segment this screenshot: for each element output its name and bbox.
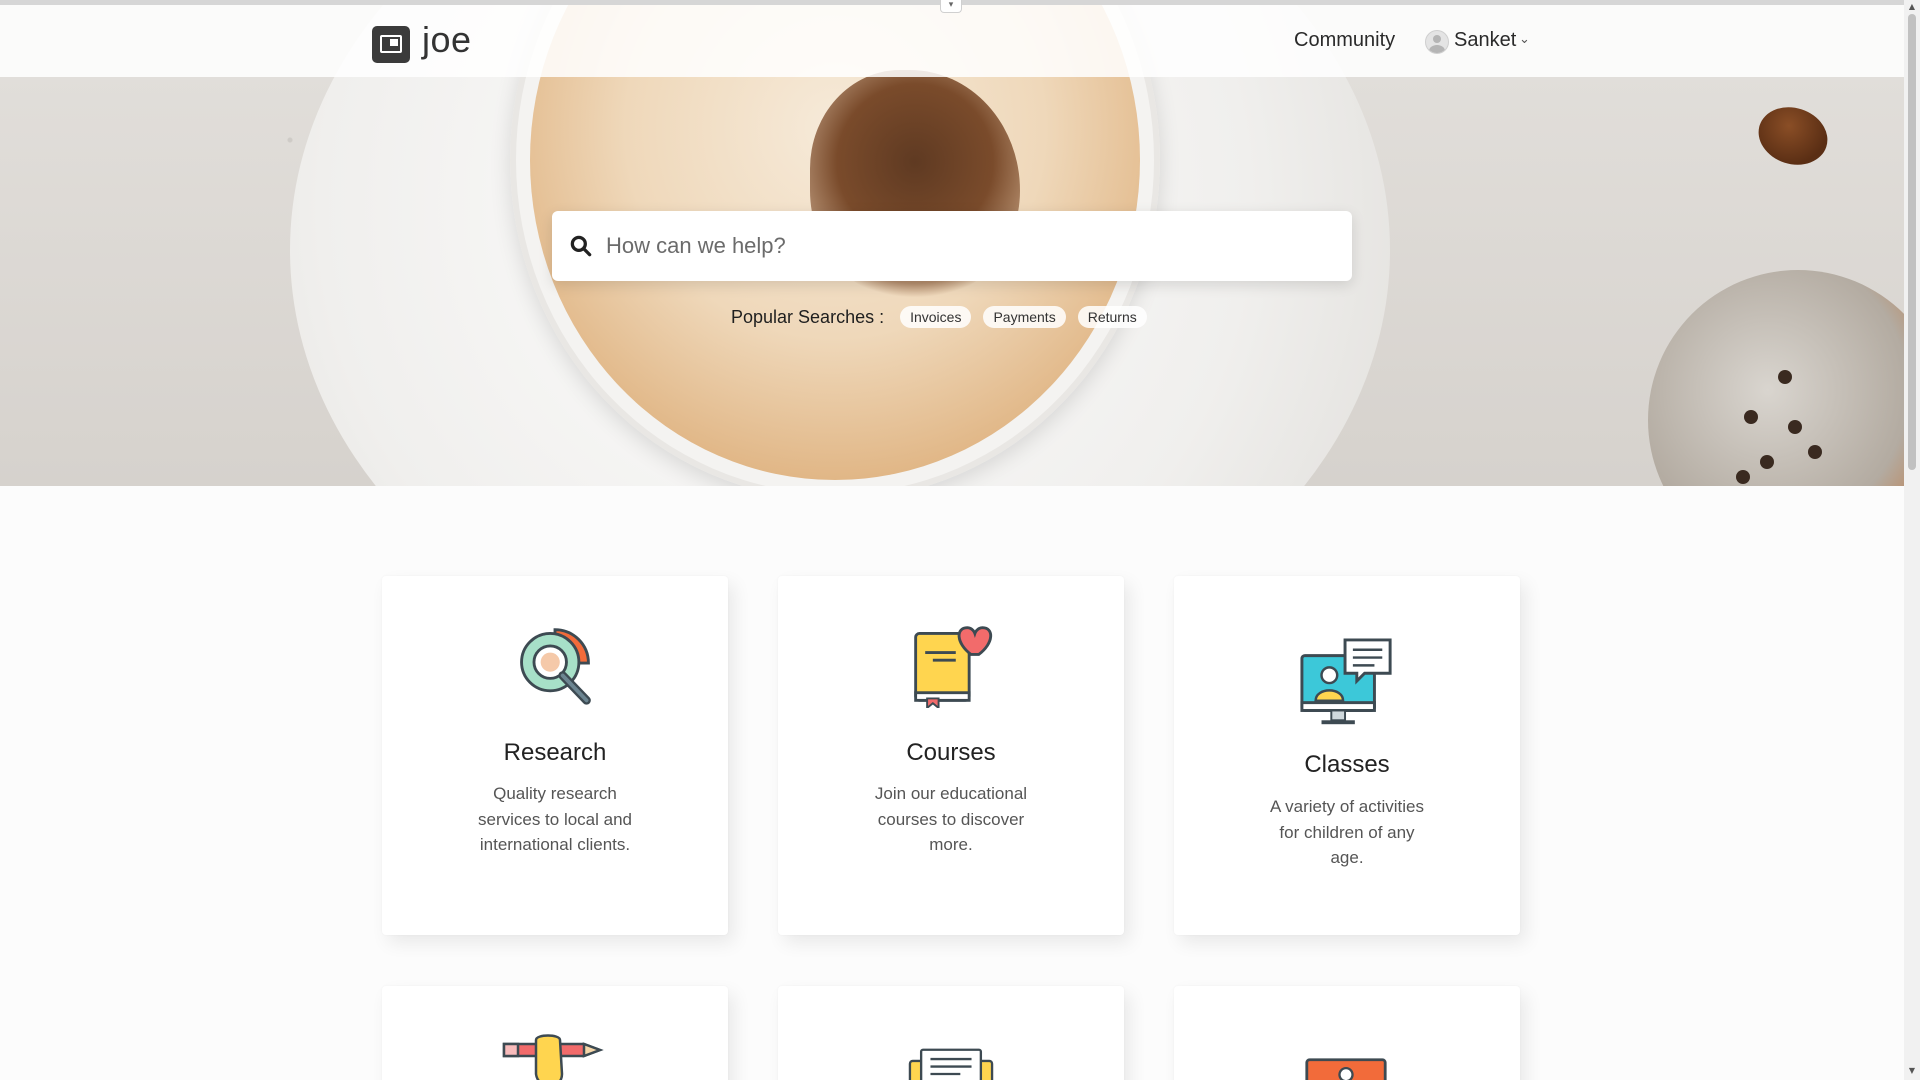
search-input[interactable] [604,225,1324,267]
card-description: Quality research services to local and i… [477,784,633,854]
card-row2-3[interactable] [1174,986,1520,1080]
site-header: joe Community Sanket ⌄ [0,5,1904,77]
card-row2-2[interactable] [778,986,1124,1080]
card-courses[interactable]: Courses Join our educational courses to … [778,576,1124,935]
card-description: A variety of activities for children of … [1269,797,1424,867]
popular-search-chip[interactable]: Payments [983,306,1066,328]
research-icon [520,628,591,705]
card-row2-1[interactable] [382,986,728,1080]
avatar[interactable] [1425,30,1449,54]
logo-text[interactable]: joe [422,19,472,61]
monitor-chat-icon [1300,638,1392,725]
card-title: Research [503,739,607,766]
hand-pencil-icon [502,1034,604,1080]
popular-search-chip[interactable]: Invoices [900,306,972,328]
popular-searches-label: Popular Searches : [731,306,885,327]
search-box [552,211,1352,281]
card-title: Classes [1304,751,1390,778]
logo-icon[interactable] [372,26,410,63]
scroll-down-icon[interactable]: ▼ [1907,1066,1917,1075]
scrollbar-thumb[interactable] [1908,14,1916,470]
card-description: Join our educational courses to discover… [874,784,1028,854]
popular-searches: Popular Searches : Invoices Payments Ret… [731,303,1147,331]
chevron-down-icon[interactable]: ⌄ [1519,32,1530,47]
search-icon[interactable] [568,233,594,259]
card-classes[interactable]: Classes A variety of activities for chil… [1174,576,1520,935]
card-research[interactable]: Research Quality research services to lo… [382,576,728,935]
chevron-down-icon[interactable]: ▾ [940,0,962,13]
page-scrollbar[interactable]: ▲ ▼ [1904,0,1920,1080]
card-title: Courses [906,739,996,766]
popular-search-chip[interactable]: Returns [1077,306,1147,328]
user-menu-name[interactable]: Sanket [1454,29,1516,52]
book-heart-icon [914,626,993,708]
page: ▾ joe Community Sanket ⌄ Popular Searche… [0,0,1920,1080]
hero-shaker [1648,270,1904,486]
document-icon [908,1048,994,1080]
scroll-up-icon[interactable]: ▲ [1907,2,1917,11]
hero-coffee-bean [1751,98,1835,174]
nav-community-link[interactable]: Community [1294,29,1395,52]
monitor-icon [1305,1058,1387,1080]
